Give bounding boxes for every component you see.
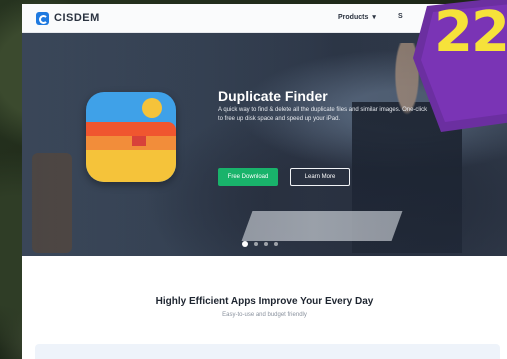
carousel-dot-3[interactable] bbox=[264, 242, 268, 246]
free-download-button[interactable]: Free Download bbox=[218, 168, 278, 186]
nav-products-label: Products bbox=[338, 13, 369, 21]
app-card-strip bbox=[35, 344, 500, 359]
logo[interactable]: CISDEM bbox=[36, 11, 100, 25]
carousel-dot-4[interactable] bbox=[274, 242, 278, 246]
chevron-down-icon: ▾ bbox=[372, 14, 376, 21]
carousel-dot-1[interactable] bbox=[242, 241, 248, 247]
nav-products[interactable]: Products ▾ bbox=[338, 13, 376, 22]
carousel-dot-2[interactable] bbox=[254, 242, 258, 246]
badge-number: 22 bbox=[434, 0, 507, 65]
folder-band-yellow bbox=[86, 150, 176, 182]
learn-more-button[interactable]: Learn More bbox=[290, 168, 350, 186]
carousel-dots bbox=[242, 241, 278, 247]
hero-title: Duplicate Finder bbox=[218, 88, 328, 104]
section-subtitle: Easy-to-use and budget friendly bbox=[222, 312, 307, 318]
logo-text: CISDEM bbox=[54, 12, 100, 24]
folder-band-orange bbox=[86, 136, 176, 150]
section-title: Highly Efficient Apps Improve Your Every… bbox=[155, 296, 374, 307]
folder-tab bbox=[132, 136, 146, 146]
sun-shape bbox=[142, 98, 162, 118]
logo-icon bbox=[36, 11, 49, 25]
hero-description: A quick way to find & delete all the dup… bbox=[218, 107, 428, 122]
folder-band-red bbox=[86, 122, 176, 136]
duplicate-finder-app-icon bbox=[86, 92, 176, 182]
nav-item-truncated[interactable]: S bbox=[398, 13, 403, 20]
